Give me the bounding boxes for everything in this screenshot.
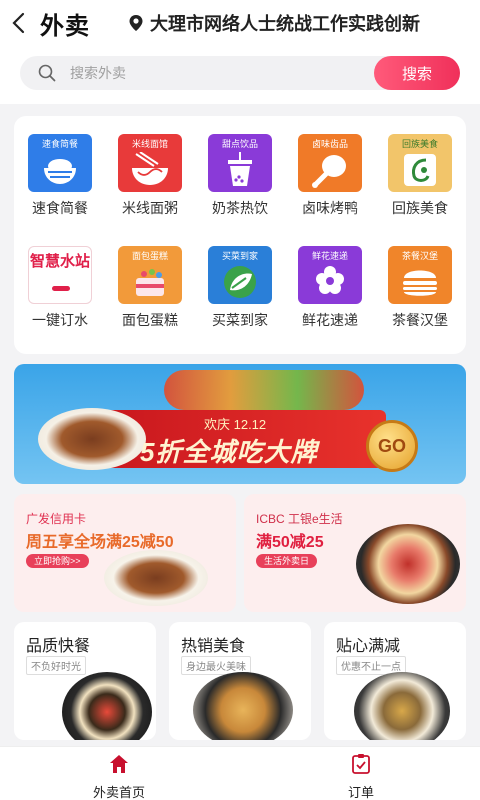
milk-tea-icon: 甜点饮品 <box>208 134 272 192</box>
soup-dish-image <box>354 672 450 740</box>
cake-icon: 面包蛋糕 <box>118 246 182 304</box>
category-item-grocery[interactable]: 买菜到家 买菜到家 <box>200 246 280 346</box>
promo-banner[interactable]: 欢庆 12.12 5折全城吃大牌 GO <box>14 364 466 484</box>
category-item-halal[interactable]: 回族美食 回族美食 <box>380 134 460 234</box>
card-title: 热销美食 <box>181 638 246 655</box>
header-bar: 外卖 大理市网络人士统战工作实践创新 <box>0 0 480 46</box>
home-icon <box>110 755 128 773</box>
noodle-dish-image <box>193 672 293 740</box>
noodle-bowl-icon: 米线面馆 <box>118 134 182 192</box>
category-item-bakery[interactable]: 面包蛋糕 面包蛋糕 <box>110 246 190 346</box>
banner-subtitle: 欢庆 12.12 <box>204 417 267 432</box>
promo-card-icbc[interactable]: ICBC 工银e生活 满50减25 生活外卖日 <box>244 494 466 612</box>
platter-image <box>356 524 460 604</box>
banner-title: 5折全城吃大牌 <box>140 437 318 467</box>
banner-food-image <box>164 370 364 410</box>
promo-main: 周五享全场满25减50 <box>26 534 174 551</box>
feature-card-hot[interactable]: 热销美食 身边最火美味 <box>169 622 311 740</box>
drumstick-icon: 卤味齿品 <box>298 134 362 192</box>
back-arrow-icon <box>12 12 25 34</box>
feature-card-quality[interactable]: 品质快餐 不负好时光 <box>14 622 156 740</box>
rice-bowl-icon: 速食简餐 <box>28 134 92 192</box>
order-clipboard-icon <box>352 754 370 774</box>
location-selector[interactable]: 大理市网络人士统战工作实践创新 <box>128 10 480 36</box>
category-item-braised[interactable]: 卤味齿品 卤味烤鸭 <box>290 134 370 234</box>
card-title: 品质快餐 <box>26 638 91 655</box>
category-item-flowers[interactable]: 鲜花速递 鲜花速递 <box>290 246 370 346</box>
promo-main: 满50减25 <box>256 534 324 551</box>
feature-card-discount[interactable]: 贴心满减 优惠不止一点 <box>324 622 466 740</box>
vegetable-icon: 买菜到家 <box>208 246 272 304</box>
promo-title: 广发信用卡 <box>26 512 87 526</box>
halal-icon: 回族美食 <box>388 134 452 192</box>
location-pin-icon <box>129 15 143 31</box>
burger-icon: 茶餐汉堡 <box>388 246 452 304</box>
search-icon <box>38 64 56 82</box>
flower-icon: 鲜花速递 <box>298 246 362 304</box>
promo-button[interactable]: 生活外卖日 <box>256 554 318 568</box>
card-title: 贴心满减 <box>336 638 401 655</box>
card-subtitle: 不负好时光 <box>26 656 86 675</box>
steak-plate-image <box>38 408 146 470</box>
category-item-water[interactable]: 智慧水站 一键订水 <box>20 246 100 346</box>
steak-plate-image <box>104 550 208 606</box>
category-item-milk-tea[interactable]: 甜点饮品 奶茶热饮 <box>200 134 280 234</box>
promo-title: ICBC 工银e生活 <box>256 512 343 526</box>
water-station-icon: 智慧水站 <box>28 246 92 304</box>
bottom-tab-bar: 外卖首页 订单 <box>0 746 480 800</box>
promo-card-cgb[interactable]: 广发信用卡 周五享全场满25减50 立即抢购>> <box>14 494 236 612</box>
category-item-fast-food[interactable]: 速食简餐 速食简餐 <box>20 134 100 234</box>
search-button[interactable]: 搜索 <box>374 56 460 90</box>
tab-orders[interactable]: 订单 <box>316 753 406 800</box>
location-text: 大理市网络人士统战工作实践创新 <box>150 14 420 34</box>
search-input[interactable] <box>70 56 370 90</box>
sushi-image <box>62 672 152 740</box>
back-button[interactable] <box>0 0 36 46</box>
promo-buy-button[interactable]: 立即抢购>> <box>26 554 89 568</box>
search-bar: 搜索 <box>20 56 460 90</box>
page-title: 外卖 <box>40 12 90 40</box>
category-grid: 速食简餐 速食简餐 米线面馆 米线面粥 甜点饮品 奶茶热饮 卤味齿品 卤味烤鸭 … <box>14 116 466 354</box>
search-section: 搜索 <box>0 46 480 104</box>
tab-takeout-home[interactable]: 外卖首页 <box>74 753 164 800</box>
category-item-noodles[interactable]: 米线面馆 米线面粥 <box>110 134 190 234</box>
category-item-burger[interactable]: 茶餐汉堡 茶餐汉堡 <box>380 246 460 346</box>
banner-go-button[interactable]: GO <box>366 420 418 472</box>
